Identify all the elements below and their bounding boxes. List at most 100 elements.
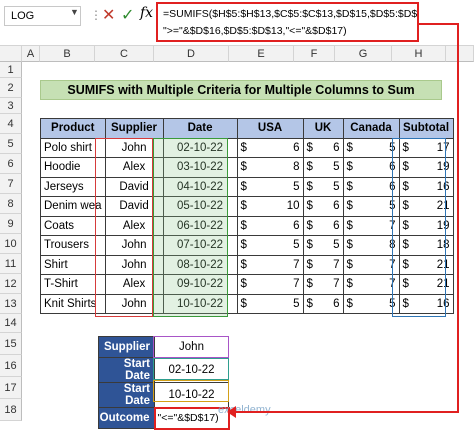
cell-supplier[interactable]: John bbox=[104, 254, 164, 275]
cell-uk[interactable]: $6 bbox=[302, 215, 344, 236]
criteria-start-label[interactable]: Start Date bbox=[98, 357, 155, 383]
cell-usa[interactable]: $6 bbox=[236, 215, 304, 236]
cell-uk[interactable]: $6 bbox=[302, 196, 344, 217]
cell-product[interactable]: Jerseys bbox=[40, 176, 106, 197]
cell-canada[interactable]: $7 bbox=[342, 274, 400, 295]
cell-subtotal[interactable]: $21 bbox=[398, 254, 454, 275]
cell-subtotal[interactable]: $21 bbox=[398, 274, 454, 295]
cell-canada[interactable]: $7 bbox=[342, 254, 400, 275]
row-header-18[interactable]: 18 bbox=[0, 399, 22, 421]
cell-supplier[interactable]: Alex bbox=[104, 215, 164, 236]
cell-date[interactable]: 05-10-22 bbox=[162, 196, 238, 217]
cell-usa[interactable]: $5 bbox=[236, 235, 304, 256]
row-header-5[interactable]: 5 bbox=[0, 134, 22, 154]
cell-subtotal[interactable]: $18 bbox=[398, 235, 454, 256]
cell-canada[interactable]: $5 bbox=[342, 196, 400, 217]
cell-subtotal[interactable]: $16 bbox=[398, 293, 454, 314]
criteria-outcome-label[interactable]: Outcome bbox=[98, 407, 155, 429]
cell-subtotal[interactable]: $19 bbox=[398, 215, 454, 236]
cell-supplier[interactable]: Alex bbox=[104, 274, 164, 295]
cell-product[interactable]: Knit Shirts bbox=[40, 293, 106, 314]
cell-date[interactable]: 07-10-22 bbox=[162, 235, 238, 256]
row-header-12[interactable]: 12 bbox=[0, 274, 22, 294]
cell-product[interactable]: T-Shirt bbox=[40, 274, 106, 295]
cell-product[interactable]: Trousers bbox=[40, 235, 106, 256]
row-header-4[interactable]: 4 bbox=[0, 114, 22, 134]
row-header-17[interactable]: 17 bbox=[0, 377, 22, 399]
corner-select-all[interactable] bbox=[0, 46, 22, 62]
header-canada[interactable]: Canada bbox=[342, 118, 400, 139]
row-header-1[interactable]: 1 bbox=[0, 62, 22, 78]
cell-canada[interactable]: $5 bbox=[342, 137, 400, 158]
row-header-10[interactable]: 10 bbox=[0, 234, 22, 254]
cancel-icon[interactable]: ✕ bbox=[102, 5, 115, 25]
row-header-7[interactable]: 7 bbox=[0, 174, 22, 194]
row-header-15[interactable]: 15 bbox=[0, 333, 22, 355]
row-header-9[interactable]: 9 bbox=[0, 214, 22, 234]
criteria-supplier-label[interactable]: Supplier bbox=[98, 336, 155, 358]
criteria-supplier-value[interactable]: John bbox=[154, 336, 229, 358]
cell-uk[interactable]: $7 bbox=[302, 274, 344, 295]
cell-uk[interactable]: $5 bbox=[302, 157, 344, 178]
cell-date[interactable]: 04-10-22 bbox=[162, 176, 238, 197]
cell-uk[interactable]: $5 bbox=[302, 235, 344, 256]
cell-product[interactable]: Denim wea bbox=[40, 196, 106, 217]
formula-input[interactable]: =SUMIFS($H$5:$H$13,$C$5:$C$13,$D$15,$D$5… bbox=[156, 2, 419, 42]
chevron-down-icon[interactable]: ▼ bbox=[70, 7, 79, 17]
cell-subtotal[interactable]: $19 bbox=[398, 157, 454, 178]
row-header-16[interactable]: 16 bbox=[0, 355, 22, 377]
cell-supplier[interactable]: David bbox=[104, 176, 164, 197]
header-date[interactable]: Date bbox=[162, 118, 238, 139]
row-header-8[interactable]: 8 bbox=[0, 194, 22, 214]
cell-usa[interactable]: $8 bbox=[236, 157, 304, 178]
cell-usa[interactable]: $5 bbox=[236, 176, 304, 197]
row-header-2[interactable]: 2 bbox=[0, 78, 22, 98]
cell-date[interactable]: 10-10-22 bbox=[162, 293, 238, 314]
cell-usa[interactable]: $7 bbox=[236, 254, 304, 275]
row-header-13[interactable]: 13 bbox=[0, 294, 22, 314]
header-product[interactable]: Product bbox=[40, 118, 106, 139]
cell-supplier[interactable]: John bbox=[104, 235, 164, 256]
header-subtotal[interactable]: Subtotal bbox=[398, 118, 454, 139]
enter-icon[interactable]: ✓ bbox=[121, 5, 134, 25]
cell-subtotal[interactable]: $21 bbox=[398, 196, 454, 217]
cell-canada[interactable]: $7 bbox=[342, 215, 400, 236]
header-supplier[interactable]: Supplier bbox=[104, 118, 164, 139]
row-header-14[interactable]: 14 bbox=[0, 314, 22, 333]
cell-supplier[interactable]: John bbox=[104, 137, 164, 158]
column-header-e[interactable]: E bbox=[229, 46, 294, 62]
header-usa[interactable]: USA bbox=[236, 118, 304, 139]
column-header-h[interactable]: H bbox=[392, 46, 446, 62]
cell-product[interactable]: Polo shirt bbox=[40, 137, 106, 158]
cell-usa[interactable]: $7 bbox=[236, 274, 304, 295]
criteria-start-value[interactable]: 02-10-22 bbox=[154, 357, 229, 383]
cell-supplier[interactable]: Alex bbox=[104, 157, 164, 178]
column-header-c[interactable]: C bbox=[95, 46, 154, 62]
criteria-end-label[interactable]: Start Date bbox=[98, 382, 155, 408]
cell-date[interactable]: 06-10-22 bbox=[162, 215, 238, 236]
cell-supplier[interactable]: David bbox=[104, 196, 164, 217]
column-header-g[interactable]: G bbox=[335, 46, 392, 62]
insert-function-icon[interactable]: fx bbox=[140, 5, 153, 21]
cell-uk[interactable]: $6 bbox=[302, 137, 344, 158]
row-header-3[interactable]: 3 bbox=[0, 98, 22, 114]
cell-usa[interactable]: $6 bbox=[236, 137, 304, 158]
row-header-6[interactable]: 6 bbox=[0, 154, 22, 174]
cell-supplier[interactable]: John bbox=[104, 293, 164, 314]
cell-uk[interactable]: $6 bbox=[302, 293, 344, 314]
cell-date[interactable]: 02-10-22 bbox=[162, 137, 238, 158]
header-uk[interactable]: UK bbox=[302, 118, 344, 139]
cell-canada[interactable]: $6 bbox=[342, 157, 400, 178]
cell-subtotal[interactable]: $17 bbox=[398, 137, 454, 158]
column-header-f[interactable]: F bbox=[294, 46, 335, 62]
cell-product[interactable]: Shirt bbox=[40, 254, 106, 275]
cell-product[interactable]: Coats bbox=[40, 215, 106, 236]
column-header-a[interactable]: A bbox=[22, 46, 40, 62]
cell-usa[interactable]: $10 bbox=[236, 196, 304, 217]
column-header-b[interactable]: B bbox=[40, 46, 95, 62]
cell-date[interactable]: 08-10-22 bbox=[162, 254, 238, 275]
cell-usa[interactable]: $5 bbox=[236, 293, 304, 314]
cell-uk[interactable]: $5 bbox=[302, 176, 344, 197]
sheet-title[interactable]: SUMIFS with Multiple Criteria for Multip… bbox=[40, 80, 442, 100]
cell-date[interactable]: 09-10-22 bbox=[162, 274, 238, 295]
